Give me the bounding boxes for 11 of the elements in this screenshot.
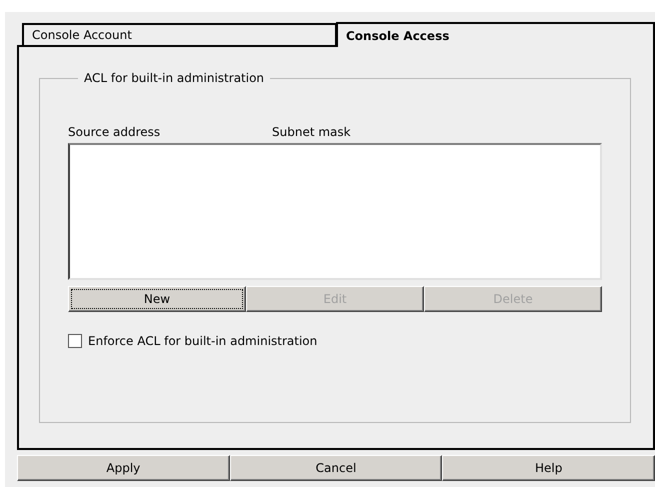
column-header: Source address <box>68 125 162 141</box>
tab[interactable]: Console Access <box>336 22 655 47</box>
group-title: ACL for built-in administration <box>83 71 266 85</box>
footer-button[interactable]: Cancel <box>230 455 442 481</box>
footer-button[interactable]: Apply <box>17 455 230 481</box>
checkbox[interactable] <box>68 334 82 348</box>
column-header: Subnet mask <box>272 125 351 141</box>
action-button[interactable]: New <box>68 286 246 312</box>
checkbox-label: Enforce ACL for built-in administration <box>88 334 318 348</box>
tab[interactable]: Console Account <box>22 23 336 45</box>
footer-button[interactable]: Help <box>442 455 655 481</box>
